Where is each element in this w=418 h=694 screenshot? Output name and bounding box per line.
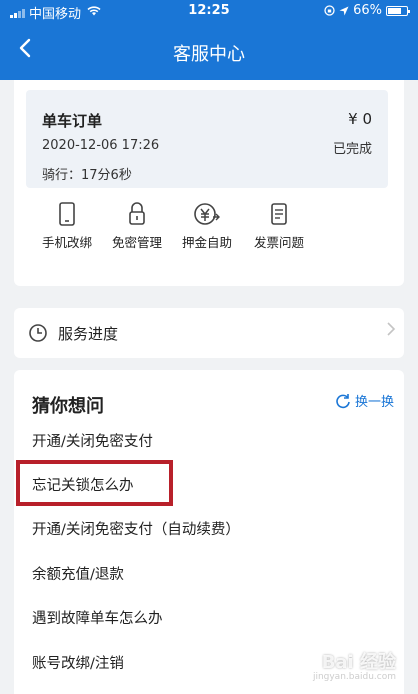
lock-icon [129,202,145,225]
phone-icon [59,202,75,226]
faq-card: 猜你想问 换一换 开通/关闭免密支付 忘记关锁怎么办 开通/关闭免密支付（自动续… [14,370,404,694]
faq-item-label: 账号改绑/注销 [32,656,124,672]
service-progress-row[interactable]: 服务进度 [14,308,404,358]
faq-item-label: 开通/关闭免密支付 [32,434,153,450]
faq-item-label: 余额充值/退款 [32,567,124,583]
faq-item-label: 开通/关闭免密支付（自动续费） [32,522,240,538]
order-amount: ¥ 0 [348,110,372,128]
shortcut-password-free[interactable]: 免密管理 [102,202,172,251]
status-right: 66% [324,3,410,18]
faq-item[interactable]: 开通/关闭免密支付 [14,418,404,462]
app-header: 中国移动 12:25 66% 客服中心 [0,0,418,80]
faq-item[interactable]: 开通/关闭免密支付（自动续费） [14,506,404,550]
faq-item[interactable]: 余额充值/退款 [14,551,404,595]
highlight-box [16,460,173,506]
order-ride-duration: 骑行：17分6秒 [42,168,132,183]
faq-heading: 猜你想问 [32,396,104,417]
chevron-right-icon [387,322,396,336]
faq-item-label: 遇到故障单车怎么办 [32,611,163,627]
refresh-icon [336,393,350,408]
service-progress-label: 服务进度 [58,325,119,343]
battery-label: 66% [353,3,382,18]
shortcut-label: 手机改绑 [41,235,92,250]
order-summary[interactable]: 单车订单 ¥ 0 2020-12-06 17:26 已完成 骑行：17分6秒 [26,90,388,188]
document-icon [271,203,287,225]
status-bar: 中国移动 12:25 66% [0,0,418,22]
shortcut-phone-rebind[interactable]: 手机改绑 [32,202,102,251]
yuan-icon [194,203,220,225]
shortcut-deposit[interactable]: 押金自助 [172,202,242,251]
orientation-lock-icon [324,5,335,16]
order-title: 单车订单 [42,112,103,130]
refresh-button[interactable]: 换一换 [335,391,394,410]
shortcut-label: 免密管理 [111,235,162,250]
order-status: 已完成 [332,142,372,157]
clock-icon [29,324,47,342]
battery-icon [386,5,410,16]
shortcut-label: 发票问题 [253,235,304,250]
order-card: 单车订单 ¥ 0 2020-12-06 17:26 已完成 骑行：17分6秒 手… [14,80,404,286]
watermark-url: jingyan.baidu.com [312,672,396,682]
location-icon [339,6,349,15]
shortcut-invoice[interactable]: 发票问题 [244,202,314,251]
watermark-logo: Bai 经验 [321,652,396,673]
refresh-label: 换一换 [354,395,394,410]
faq-item[interactable]: 遇到故障单车怎么办 [14,595,404,639]
page-title: 客服中心 [173,44,245,65]
order-date: 2020-12-06 17:26 [42,138,160,153]
shortcut-label: 押金自助 [181,235,232,250]
